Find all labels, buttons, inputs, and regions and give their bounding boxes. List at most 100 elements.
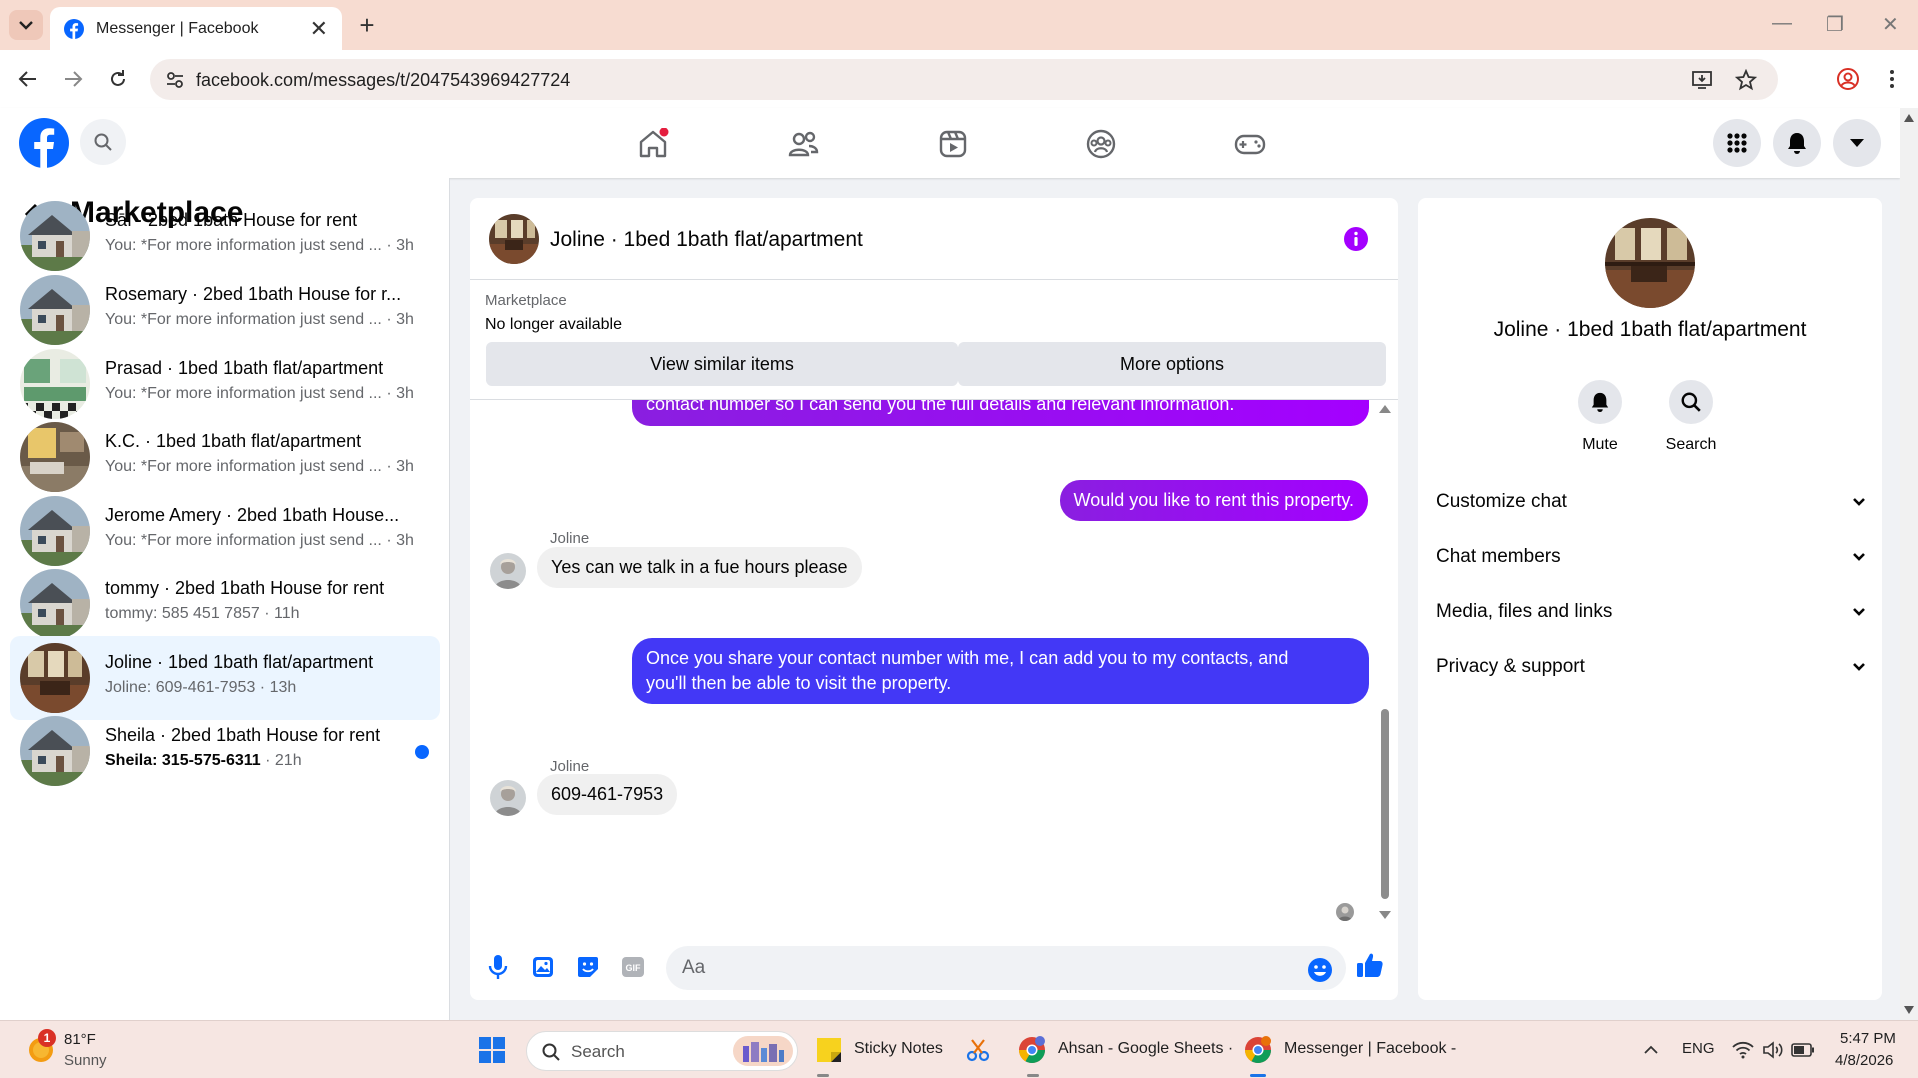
conversation-item[interactable]: Prasad · 1bed 1bath flat/apartment You: *… [10,342,440,426]
conversation-avatar[interactable] [1605,218,1695,308]
listing-thumbnail [20,496,90,566]
install-app-icon[interactable] [1691,69,1713,91]
search-facebook-button[interactable] [80,119,126,165]
address-bar[interactable]: facebook.com/messages/t/2047543969427724 [150,59,1778,100]
language-indicator[interactable]: ENG [1682,1040,1715,1057]
more-options-button[interactable]: More options [958,342,1386,386]
sender-avatar[interactable] [490,780,526,816]
chat-members-section[interactable]: Chat members [1436,537,1866,577]
browser-toolbar: facebook.com/messages/t/2047543969427724 [0,50,1918,108]
message-bubble-outgoing[interactable]: contact number so I can send you the ful… [632,400,1369,426]
tab-close-icon[interactable]: ✕ [310,17,328,40]
sender-avatar[interactable] [490,553,526,589]
wifi-icon[interactable] [1728,1035,1758,1065]
preview-text: You: *For more information just send ... [105,458,382,475]
facebook-logo-icon[interactable] [19,118,69,168]
reload-icon[interactable] [103,64,133,94]
windows-start-icon[interactable] [477,1035,507,1065]
page-scrollbar[interactable] [1900,108,1918,1020]
microphone-icon[interactable] [484,953,512,981]
message-bubble-incoming[interactable]: Yes can we talk in a fue hours please [537,547,862,588]
conversation-item[interactable]: Rosemary · 2bed 1bath House for r... You:… [10,268,440,352]
sticky-notes-icon[interactable] [814,1035,844,1065]
browser-tab[interactable]: Messenger | Facebook ✕ [50,7,342,50]
separator-dot: · [381,385,397,402]
close-window-icon[interactable]: ✕ [1882,12,1899,37]
view-similar-items-button[interactable]: View similar items [486,342,958,386]
show-hidden-icons-chevron-icon[interactable] [1636,1035,1666,1065]
preview-text: You: *For more information just send ... [105,385,382,402]
account-menu-button[interactable] [1833,119,1881,167]
minimize-icon[interactable]: — [1772,12,1792,35]
separator-dot: · [259,605,274,622]
groups-nav-icon[interactable] [1083,126,1119,162]
chrome-menu-icon[interactable] [1877,64,1907,94]
conversation-item[interactable]: K.C. · 1bed 1bath flat/apartment You: *Fo… [10,415,440,499]
conversation-item[interactable]: Sāï · 2bed 1bath House for rent You: *For… [10,194,440,278]
search-in-conversation-button[interactable]: Search [1646,380,1736,454]
separator-dot: · [260,752,275,769]
friends-nav-icon[interactable] [785,126,821,162]
restore-icon[interactable]: ❐ [1826,12,1844,37]
chat-avatar[interactable] [489,214,539,264]
mute-button[interactable]: Mute [1555,380,1645,454]
conversation-item[interactable]: Jerome Amery · 2bed 1bath House... You: *… [10,489,440,573]
preview-text: Sheila: 315-575-6311 [105,752,261,769]
chrome-icon[interactable] [1243,1035,1273,1065]
back-arrow-icon[interactable] [13,64,43,94]
chat-window: Joline · 1bed 1bath flat/apartment Marke… [470,198,1398,1000]
privacy-support-section[interactable]: Privacy & support [1436,647,1866,687]
grid-icon [1727,133,1747,153]
gif-icon[interactable]: GIF [619,953,647,981]
taskbar-app-label[interactable]: Sticky Notes [854,1040,943,1058]
conversation-name: Prasad · 1bed 1bath flat/apartment [105,358,384,378]
weather-widget[interactable]: 1 [24,1029,58,1065]
chevron-down-icon [1853,553,1865,561]
conversation-item[interactable]: Joline · 1bed 1bath flat/apartment Joline… [10,636,440,720]
gaming-nav-icon[interactable] [1232,126,1268,162]
clock-time[interactable]: 5:47 PM [1840,1030,1896,1047]
conversation-preview: You: *For more information just send ...… [105,237,414,255]
taskbar-app-label[interactable]: Ahsan - Google Sheets · [1058,1040,1233,1058]
notifications-button[interactable] [1773,119,1821,167]
message-input[interactable] [666,946,1346,990]
sender-name: Joline [550,530,590,547]
like-thumbs-up-icon[interactable] [1356,951,1384,979]
forward-arrow-icon[interactable] [58,64,88,94]
battery-icon[interactable] [1788,1035,1818,1065]
listing-thumbnail [20,569,90,639]
snipping-tool-icon[interactable] [963,1035,993,1065]
message-bubble-outgoing[interactable]: Would you like to rent this property. [1059,480,1368,521]
message-bubble-incoming[interactable]: 609-461-7953 [537,774,678,815]
svg-text:GIF: GIF [626,963,642,973]
sticker-icon[interactable] [574,953,602,981]
video-nav-icon[interactable] [935,126,971,162]
media-files-links-section[interactable]: Media, files and links [1436,592,1866,632]
taskbar-app-label[interactable]: Messenger | Facebook - [1284,1040,1456,1058]
photo-icon[interactable] [529,953,557,981]
scroll-thumb[interactable] [1381,709,1389,899]
active-indicator [1250,1074,1266,1077]
volume-icon[interactable] [1758,1035,1788,1065]
new-tab-button[interactable]: + [353,10,381,40]
taskbar-search-box[interactable]: Search [526,1031,798,1071]
conversation-item[interactable]: Sheila · 2bed 1bath House for rent Sheila… [10,709,440,793]
emoji-icon[interactable] [1306,956,1334,984]
message-bubble-outgoing[interactable]: Once you share your contact number with … [632,638,1369,704]
chat-title[interactable]: Joline · 1bed 1bath flat/apartment [550,228,863,252]
bookmark-star-icon[interactable] [1735,69,1757,91]
tab-search-button[interactable] [9,10,43,40]
conversation-time: 11h [273,605,300,622]
customize-chat-section[interactable]: Customize chat [1436,482,1866,522]
chrome-profile-icon[interactable] [1017,1035,1047,1065]
profile-icon[interactable] [1833,64,1863,94]
info-icon[interactable] [1343,226,1369,252]
home-nav-icon[interactable] [635,126,671,162]
clock-date[interactable]: 4/8/2026 [1835,1052,1893,1069]
chat-scrollbar[interactable] [1378,403,1392,923]
conversation-item[interactable]: tommy · 2bed 1bath House for rent tommy: … [10,562,440,646]
chevron-down-icon [1853,663,1865,671]
site-settings-icon[interactable] [165,70,185,90]
preview-text: You: *For more information just send ... [105,311,382,328]
menu-grid-button[interactable] [1713,119,1761,167]
